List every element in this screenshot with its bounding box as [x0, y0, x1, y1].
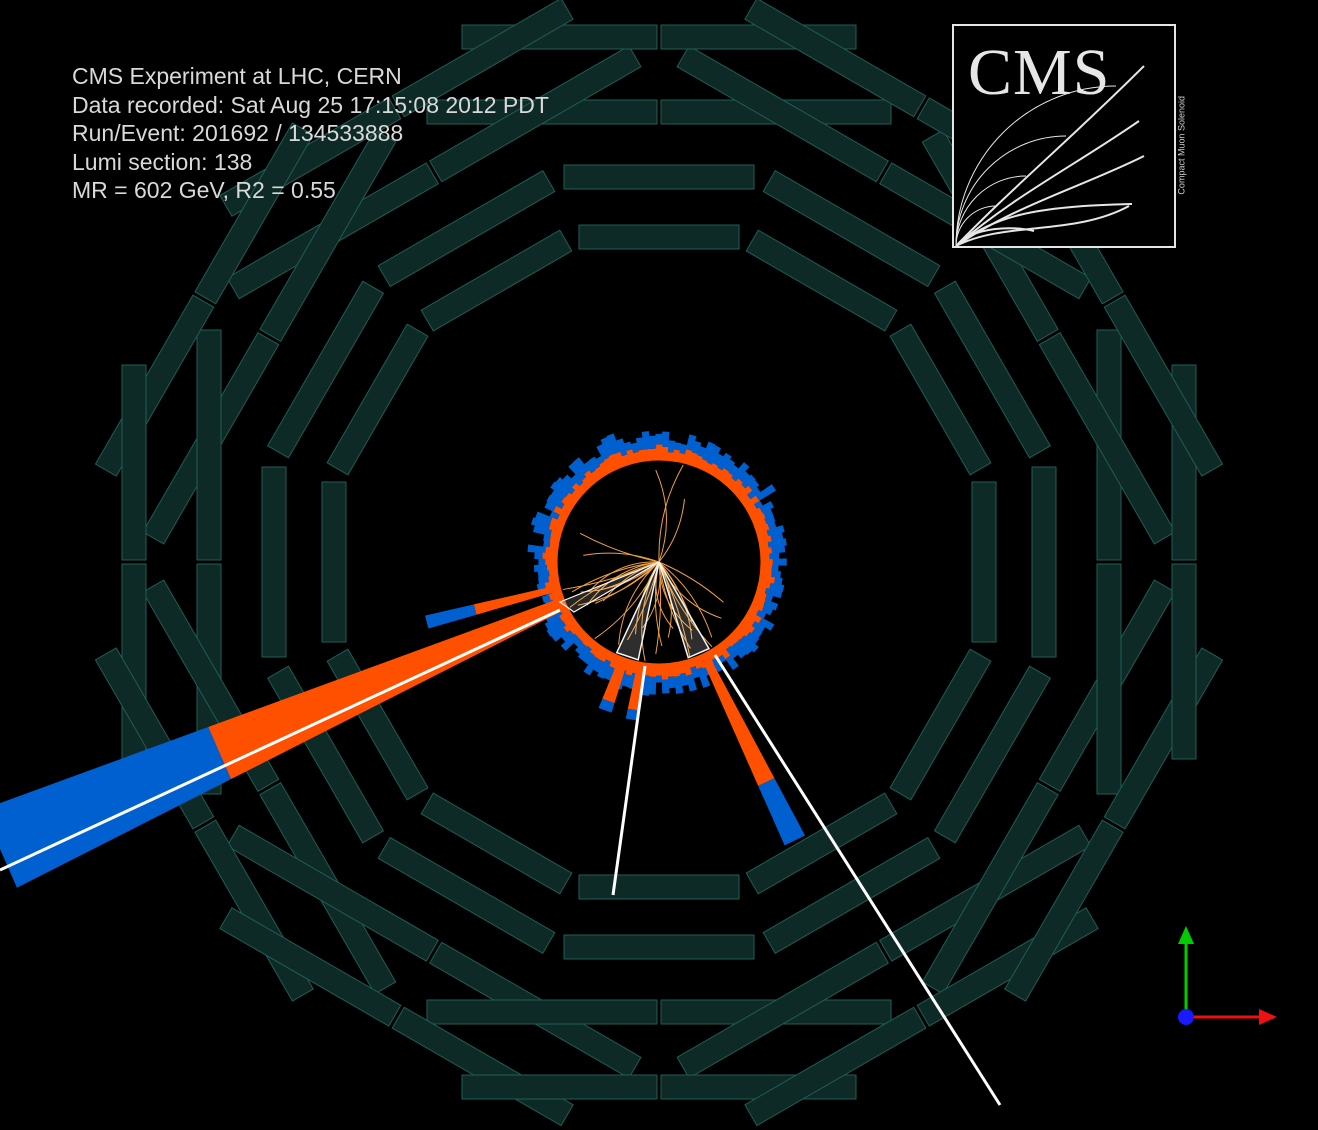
muon-chamber [578, 224, 740, 250]
hcal-tower [772, 558, 787, 566]
muon-chamber [196, 329, 222, 561]
muon-chamber-box [578, 224, 740, 250]
muon-chamber-box [971, 481, 997, 643]
hcal-tower [538, 558, 546, 566]
muon-chamber [1171, 563, 1197, 760]
data-recorded-line: Data recorded: Sat Aug 25 17:15:08 2012 … [72, 91, 549, 118]
hcal-tower [771, 570, 782, 579]
muon-chamber [1031, 466, 1057, 658]
muon-track-down [611, 665, 647, 896]
hcal-tower [771, 564, 779, 572]
event-display: CMS Experiment at LHC, CERN Data recorde… [0, 0, 1318, 1130]
muon-chamber-box [321, 481, 347, 643]
hcal-tower [655, 433, 663, 445]
lumi-section-line: Lumi section: 138 [72, 148, 253, 175]
muon-chamber-box [1096, 563, 1122, 795]
hcal-tower [661, 431, 670, 447]
event-info: CMS Experiment at LHC, CERN Data recorde… [72, 62, 549, 205]
muon-chamber [971, 481, 997, 643]
axis-y-arrow [1178, 926, 1194, 944]
logo-word: CMS [968, 36, 1111, 109]
muon-chamber [578, 874, 740, 900]
run-event-line: Run/Event: 201692 / 134533888 [72, 120, 404, 146]
muon-chamber-box [461, 1074, 658, 1100]
axis-triad-icon [1178, 926, 1277, 1025]
logo-subtitle: Compact Muon Solenoid [1177, 96, 1187, 195]
muon-chamber-box [261, 466, 287, 658]
muon-chamber [563, 934, 755, 960]
muon-chamber-box [1031, 466, 1057, 658]
muon-chamber [321, 481, 347, 643]
axis-z-dot [1178, 1009, 1194, 1025]
muon-chamber-box [1171, 563, 1197, 760]
muon-chamber-box [563, 934, 755, 960]
muon-chamber [1096, 563, 1122, 795]
muon-chamber-box [426, 999, 658, 1025]
muon-chamber [461, 1074, 658, 1100]
muon-chamber [426, 999, 658, 1025]
subleading-jet-a-hcal [425, 604, 477, 629]
muon-chamber-box [578, 874, 740, 900]
hcal-tower [543, 540, 551, 548]
hcal-tower [774, 577, 783, 585]
hcal-tower [769, 552, 780, 560]
muon-chamber-box [121, 364, 147, 561]
muon-chamber [121, 364, 147, 561]
hcal-tower [534, 551, 543, 560]
muon-chamber [563, 164, 755, 190]
jet-down-right-ecal [704, 660, 775, 786]
hcal-tower [655, 675, 663, 683]
mr-r2-line: MR = 602 GeV, R2 = 0.55 [72, 177, 336, 203]
muon-chamber-box [196, 329, 222, 561]
axis-x-arrow [1259, 1009, 1277, 1025]
muon-chamber [261, 466, 287, 658]
cms-logo: CMS Compact Muon Solenoid [952, 24, 1187, 248]
hcal-tower [527, 544, 546, 554]
experiment-line: CMS Experiment at LHC, CERN [72, 63, 402, 89]
muon-chamber-box [563, 164, 755, 190]
